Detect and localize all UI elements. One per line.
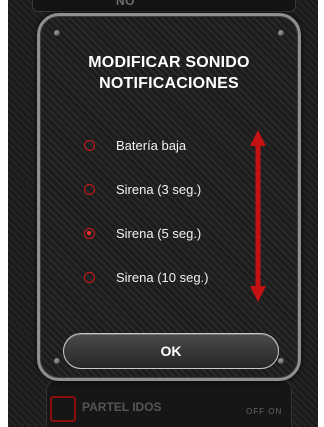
option-sirena-3[interactable]: Sirena (3 seg.)	[84, 178, 201, 200]
screw-icon	[278, 358, 284, 364]
dialog-title-line1: MODIFICAR SONIDO	[88, 54, 250, 71]
scroll-double-arrow-icon	[250, 130, 266, 302]
screw-icon	[278, 30, 284, 36]
radio-button[interactable]	[84, 139, 95, 151]
radio-button-selected[interactable]	[84, 227, 95, 239]
option-label: Sirena (3 seg.)	[116, 181, 202, 197]
background-checkbox	[50, 396, 76, 422]
background-header-panel	[32, 0, 296, 12]
option-label: Sirena (5 seg.)	[116, 225, 202, 241]
radio-button[interactable]	[84, 271, 95, 283]
background-switch-label: OFF ON	[246, 407, 283, 416]
background-footer-label: PARTEL IDOS	[82, 400, 162, 414]
option-label: Sirena (10 seg.)	[116, 269, 209, 285]
ok-button[interactable]: OK	[63, 333, 279, 369]
screw-icon	[54, 30, 60, 36]
background-header-label: NO	[116, 0, 135, 8]
option-bateria-baja[interactable]: Batería baja	[84, 134, 186, 156]
app-background: NO PARTEL IDOS OFF ON MODIFICAR SONIDO N…	[8, 0, 318, 427]
radio-button[interactable]	[84, 183, 95, 195]
notification-sound-dialog: MODIFICAR SONIDO NOTIFICACIONES Batería …	[37, 13, 301, 381]
screw-icon	[54, 358, 60, 364]
dialog-title: MODIFICAR SONIDO NOTIFICACIONES	[40, 52, 298, 94]
option-sirena-5[interactable]: Sirena (5 seg.)	[84, 222, 201, 244]
option-label: Batería baja	[116, 137, 187, 153]
option-sirena-10[interactable]: Sirena (10 seg.)	[84, 266, 209, 288]
dialog-title-line2: NOTIFICACIONES	[99, 75, 239, 92]
